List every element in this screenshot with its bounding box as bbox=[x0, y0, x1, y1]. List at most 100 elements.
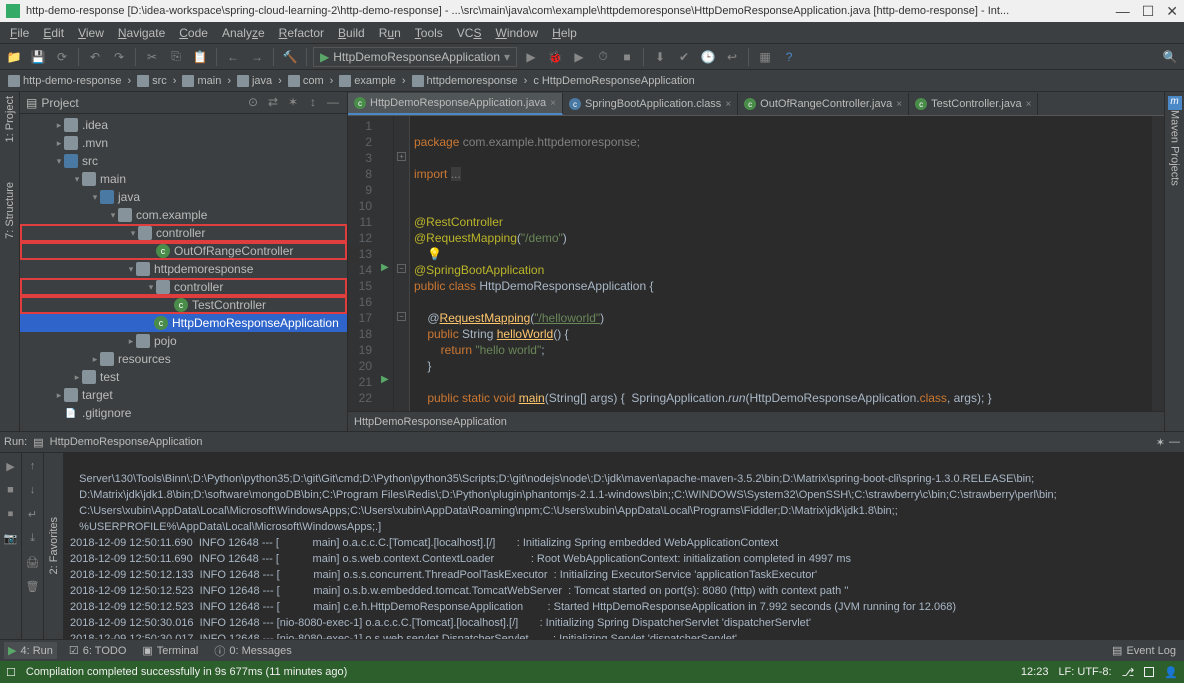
tree-node[interactable]: ▸.mvn bbox=[20, 134, 347, 152]
fold-gutter[interactable]: + − − bbox=[394, 116, 410, 411]
code-text[interactable]: package com.example.httpdemoresponse; im… bbox=[410, 116, 1152, 411]
menu-window[interactable]: Window bbox=[489, 24, 544, 42]
scroll-icon[interactable]: ⤓ bbox=[24, 529, 42, 547]
tree-node[interactable]: ▾com.example bbox=[20, 206, 347, 224]
menu-refactor[interactable]: Refactor bbox=[273, 24, 330, 42]
menu-navigate[interactable]: Navigate bbox=[112, 24, 171, 42]
debug-button[interactable]: 🐞 bbox=[545, 47, 565, 67]
git-icon[interactable]: ⎇ bbox=[1122, 666, 1135, 679]
minimize-button[interactable]: — bbox=[1116, 3, 1130, 20]
tab-run[interactable]: ▶4: Run bbox=[4, 642, 57, 659]
close-icon[interactable]: × bbox=[550, 98, 556, 109]
crumb-file[interactable]: cHttpDemoResponseApplication bbox=[529, 74, 698, 88]
paste-icon[interactable]: 📋 bbox=[190, 47, 210, 67]
run-line-icon[interactable]: ▶ bbox=[381, 374, 389, 385]
settings-icon[interactable]: ✶ bbox=[285, 95, 301, 111]
print-icon[interactable]: 🖨 bbox=[24, 553, 42, 571]
git-revert-icon[interactable]: ↩ bbox=[722, 47, 742, 67]
hector-icon[interactable]: 👤 bbox=[1164, 666, 1178, 679]
profile-button[interactable]: ⏱ bbox=[593, 47, 613, 67]
down-icon[interactable]: ↓ bbox=[24, 481, 42, 499]
tree-node-highlighted[interactable]: ▾controller bbox=[20, 278, 347, 296]
run-gutter[interactable]: ▶ ▶ bbox=[378, 116, 394, 411]
encoding[interactable]: LF: UTF-8: bbox=[1058, 666, 1111, 678]
save-icon[interactable]: 💾 bbox=[28, 47, 48, 67]
code-area[interactable]: 1238910111213141516171819202122 ▶ ▶ + − … bbox=[348, 116, 1164, 411]
crumb-src[interactable]: src bbox=[133, 74, 171, 88]
menu-build[interactable]: Build bbox=[332, 24, 371, 42]
tab-messages[interactable]: ⓘ0: Messages bbox=[210, 641, 295, 661]
editor-tab[interactable]: cHttpDemoResponseApplication.java× bbox=[348, 93, 563, 115]
menu-vcs[interactable]: VCS bbox=[451, 24, 488, 42]
clear-icon[interactable]: 🗑 bbox=[24, 577, 42, 595]
close-button[interactable]: ✕ bbox=[1166, 3, 1178, 20]
menu-edit[interactable]: Edit bbox=[37, 24, 70, 42]
menu-file[interactable]: File bbox=[4, 24, 35, 42]
editor-tab[interactable]: cOutOfRangeController.java× bbox=[738, 93, 909, 115]
hide-icon[interactable]: ↕ bbox=[305, 95, 321, 111]
tree-node[interactable]: ▸test bbox=[20, 368, 347, 386]
tree-node[interactable]: ▾main bbox=[20, 170, 347, 188]
maximize-button[interactable]: ☐ bbox=[1142, 3, 1155, 20]
stop-icon[interactable]: ■ bbox=[2, 481, 20, 499]
editor-breadcrumb[interactable]: HttpDemoResponseApplication bbox=[348, 411, 1164, 431]
close-icon[interactable]: × bbox=[1026, 99, 1032, 110]
run-config-select[interactable]: ▶ HttpDemoResponseApplication ▾ bbox=[313, 47, 517, 67]
crumb-root[interactable]: http-demo-response bbox=[4, 74, 125, 88]
help-icon[interactable]: ? bbox=[779, 47, 799, 67]
crumb-pkg[interactable]: httpdemoresponse bbox=[408, 74, 522, 88]
redo-icon[interactable]: ↷ bbox=[109, 47, 129, 67]
minimize-icon[interactable]: — bbox=[325, 95, 341, 111]
run-line-icon[interactable]: ▶ bbox=[381, 262, 389, 273]
crumb-java[interactable]: java bbox=[233, 74, 276, 88]
crumb-com[interactable]: com bbox=[284, 74, 328, 88]
tab-project[interactable]: 1: Project bbox=[4, 96, 16, 142]
refresh-icon[interactable]: ⟳ bbox=[52, 47, 72, 67]
git-history-icon[interactable]: 🕒 bbox=[698, 47, 718, 67]
lock-icon[interactable] bbox=[1144, 667, 1154, 677]
close-icon[interactable]: × bbox=[896, 99, 902, 110]
git-commit-icon[interactable]: ✔ bbox=[674, 47, 694, 67]
scroll-map[interactable] bbox=[1152, 116, 1164, 411]
tree-node[interactable]: ▾src bbox=[20, 152, 347, 170]
build-icon[interactable]: 🔨 bbox=[280, 47, 300, 67]
tab-maven[interactable]: Maven Projects bbox=[1169, 110, 1181, 186]
forward-icon[interactable]: → bbox=[247, 47, 267, 67]
menu-view[interactable]: View bbox=[72, 24, 110, 42]
tree-node[interactable]: ▸target bbox=[20, 386, 347, 404]
tree-node[interactable]: ▸resources bbox=[20, 350, 347, 368]
run-button[interactable]: ▶ bbox=[521, 47, 541, 67]
editor-tab[interactable]: cTestController.java× bbox=[909, 93, 1038, 115]
collapse-icon[interactable]: ⇄ bbox=[265, 95, 281, 111]
menu-run[interactable]: Run bbox=[373, 24, 407, 42]
copy-icon[interactable]: ⎘ bbox=[166, 47, 186, 67]
tree-node[interactable]: ▸pojo bbox=[20, 332, 347, 350]
scroll-from-icon[interactable]: ⊙ bbox=[245, 95, 261, 111]
toggle-toolbar-icon[interactable]: ☐ bbox=[6, 666, 16, 679]
dump-icon[interactable]: 📷 bbox=[2, 529, 20, 547]
tab-favorites[interactable]: 2: Favorites bbox=[48, 517, 60, 574]
rerun-icon[interactable]: ▶ bbox=[2, 457, 20, 475]
search-icon[interactable]: 🔍 bbox=[1160, 47, 1180, 67]
tree-node-highlighted[interactable]: cTestController bbox=[20, 296, 347, 314]
structure-icon[interactable]: ▦ bbox=[755, 47, 775, 67]
tree-node[interactable]: ▾java bbox=[20, 188, 347, 206]
tab-terminal[interactable]: ▣Terminal bbox=[138, 642, 202, 659]
tree-node-highlighted[interactable]: ▾controller bbox=[20, 224, 347, 242]
coverage-button[interactable]: ▶ bbox=[569, 47, 589, 67]
fold-toggle[interactable]: + bbox=[397, 152, 406, 161]
crumb-main[interactable]: main bbox=[178, 74, 225, 88]
tree-node-selected[interactable]: cHttpDemoResponseApplication bbox=[20, 314, 347, 332]
tree-node[interactable]: ▸.idea bbox=[20, 116, 347, 134]
settings-icon[interactable]: ✶ bbox=[1156, 436, 1165, 449]
open-icon[interactable]: 📁 bbox=[4, 47, 24, 67]
menu-code[interactable]: Code bbox=[173, 24, 214, 42]
fold-toggle[interactable]: − bbox=[397, 264, 406, 273]
close-icon[interactable]: × bbox=[725, 99, 731, 110]
tree-node[interactable]: 📄.gitignore bbox=[20, 404, 347, 422]
menu-help[interactable]: Help bbox=[546, 24, 583, 42]
hide-icon[interactable]: — bbox=[1169, 436, 1180, 449]
cut-icon[interactable]: ✂ bbox=[142, 47, 162, 67]
menu-analyze[interactable]: Analyze bbox=[216, 24, 271, 42]
exit-icon[interactable]: ⏹ bbox=[2, 505, 20, 523]
